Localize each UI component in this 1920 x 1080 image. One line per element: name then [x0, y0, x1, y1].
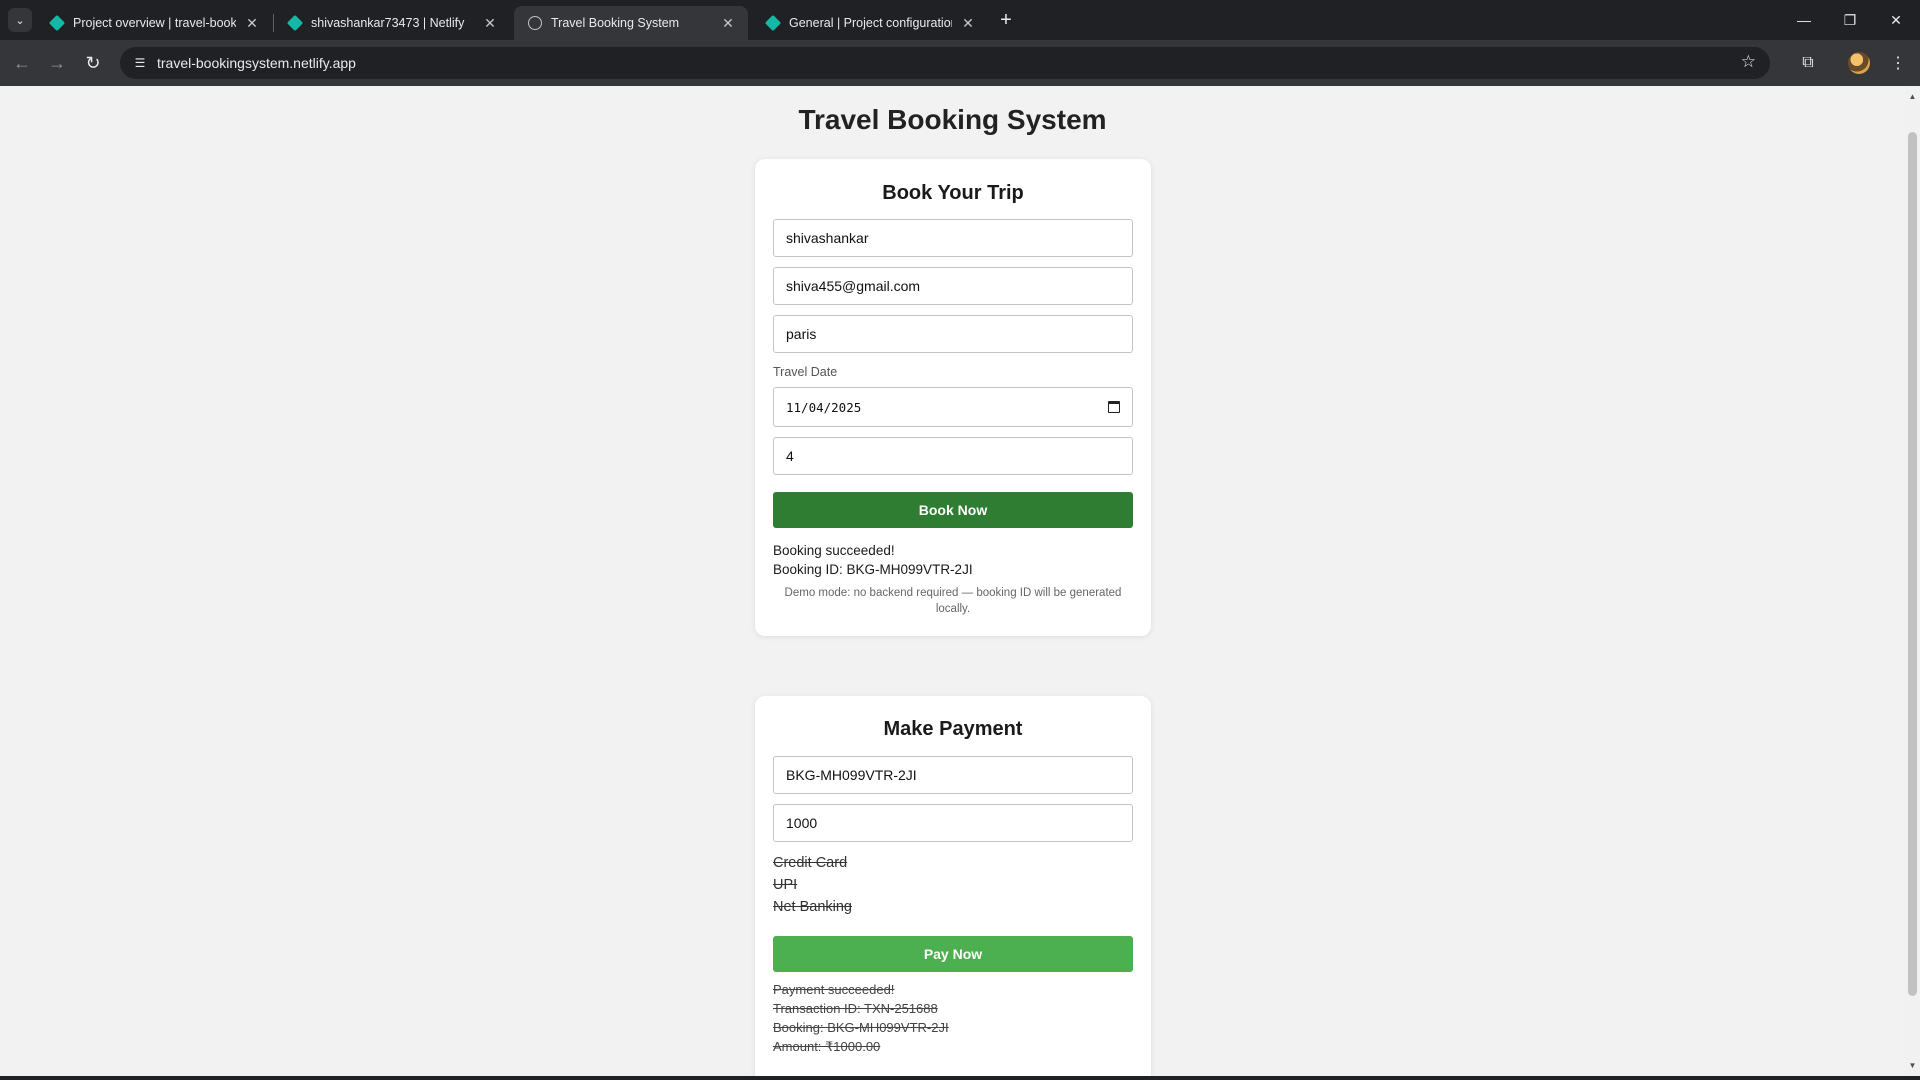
tab-label: shivashankar73473 | Netlify — [311, 16, 465, 30]
profile-avatar[interactable] — [1848, 52, 1870, 74]
tab-strip: ⌄ Project overview | travel-bookin ✕ shi… — [0, 0, 1920, 40]
payment-booking-id-input[interactable] — [773, 756, 1133, 794]
netlify-icon — [764, 14, 782, 32]
window-bottom-edge — [0, 1076, 1920, 1080]
minimize-icon[interactable]: — — [1781, 0, 1827, 40]
netlify-icon — [48, 14, 66, 32]
tab-project-overview[interactable]: Project overview | travel-bookin ✕ — [36, 6, 272, 40]
page-title: Travel Booking System — [798, 104, 1107, 135]
tab-close-icon[interactable]: ✕ — [720, 15, 736, 32]
transaction-id-text: Transaction ID: TXN-251688 — [773, 1001, 938, 1016]
travel-date-input[interactable]: 11/04/2025 — [773, 387, 1133, 427]
globe-icon — [528, 16, 542, 30]
tab-netlify-account[interactable]: shivashankar73473 | Netlify ✕ — [274, 6, 510, 40]
url-text[interactable]: travel-bookingsystem.netlify.app — [157, 55, 356, 71]
amount-input[interactable] — [773, 804, 1133, 842]
travel-date-label: Travel Date — [773, 365, 838, 379]
reload-icon[interactable]: ↻ — [78, 48, 108, 78]
tab-label: Project overview | travel-bookin — [73, 16, 236, 30]
payment-booking-text: Booking: BKG-MH099VTR-2JI — [773, 1020, 949, 1035]
payment-status-text: Payment succeeded! — [773, 982, 895, 997]
tab-label: General | Project configuration | — [789, 16, 952, 30]
back-arrow-icon[interactable]: ← — [7, 48, 37, 78]
travellers-input[interactable] — [773, 437, 1133, 475]
payment-method-net-banking[interactable]: Net Banking — [773, 899, 852, 915]
payment-amount-text: Amount: ₹1000.00 — [773, 1039, 881, 1054]
book-now-button[interactable]: Book Now — [773, 492, 1133, 528]
tab-search-chevron-icon[interactable]: ⌄ — [8, 8, 32, 32]
payment-method-credit-card[interactable]: Credit Card — [773, 855, 847, 871]
forward-arrow-icon[interactable]: → — [42, 48, 72, 78]
browser-toolbar: ← → ↻ ☰ travel-bookingsystem.netlify.app… — [0, 40, 1920, 86]
destination-input[interactable] — [773, 315, 1133, 353]
scroll-up-arrow-icon[interactable]: ▲ — [1908, 92, 1917, 101]
calendar-icon[interactable] — [1108, 401, 1120, 413]
tab-project-configuration[interactable]: General | Project configuration | ✕ — [752, 6, 988, 40]
tab-label: Travel Booking System — [551, 16, 680, 30]
payment-heading: Make Payment — [883, 718, 1023, 740]
tab-close-icon[interactable]: ✕ — [482, 15, 498, 32]
menu-kebab-icon[interactable]: ⋮ — [1883, 48, 1913, 78]
booking-card: Book Your Trip Travel Date 11/04/2025 Bo… — [755, 159, 1151, 636]
page-scrollbar[interactable]: ▲ ▼ — [1905, 86, 1920, 1076]
scroll-thumb[interactable] — [1908, 132, 1917, 996]
extensions-puzzle-icon[interactable]: ⧉ — [1793, 48, 1823, 78]
tab-close-icon[interactable]: ✕ — [960, 15, 976, 32]
pay-now-button[interactable]: Pay Now — [773, 936, 1133, 972]
payment-card: Make Payment Credit Card UPI Net Banking… — [755, 696, 1151, 1076]
booking-heading: Book Your Trip — [882, 182, 1024, 204]
booking-id-text: Booking ID: BKG-MH099VTR-2JI — [773, 562, 973, 577]
page-viewport: Travel Booking System Book Your Trip Tra… — [0, 86, 1905, 1076]
payment-method-upi[interactable]: UPI — [773, 877, 797, 893]
scroll-down-arrow-icon[interactable]: ▼ — [1908, 1061, 1917, 1070]
bookmark-star-icon[interactable]: ☆ — [1741, 52, 1756, 72]
tab-travel-booking-system[interactable]: Travel Booking System ✕ — [514, 6, 748, 40]
netlify-icon — [286, 14, 304, 32]
site-info-icon[interactable]: ☰ — [128, 51, 152, 75]
tab-close-icon[interactable]: ✕ — [244, 15, 260, 32]
email-input[interactable] — [773, 267, 1133, 305]
demo-mode-note: Demo mode: no backend required — booking… — [784, 587, 1122, 615]
new-tab-plus-icon[interactable]: + — [994, 6, 1018, 34]
name-input[interactable] — [773, 219, 1133, 257]
address-bar[interactable]: ☰ travel-bookingsystem.netlify.app ☆ — [120, 47, 1770, 79]
booking-status-text: Booking succeeded! — [773, 543, 895, 558]
close-window-icon[interactable]: ✕ — [1873, 0, 1919, 40]
travel-date-value: 11/04/2025 — [786, 399, 862, 415]
restore-icon[interactable]: ❐ — [1827, 0, 1873, 40]
